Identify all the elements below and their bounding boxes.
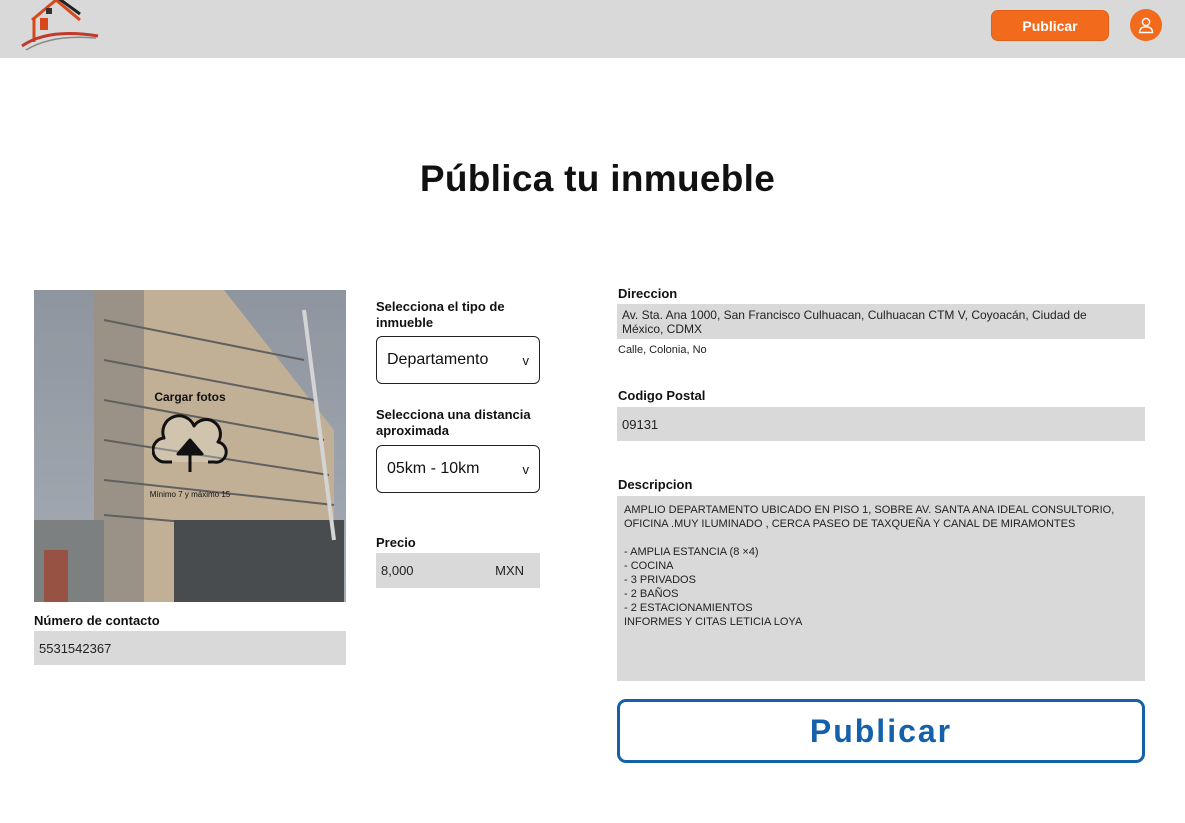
- price-value: 8,000: [381, 563, 414, 578]
- property-type-value: Departamento: [387, 351, 489, 368]
- cloud-upload-icon[interactable]: [152, 414, 228, 474]
- price-label: Precio: [376, 535, 416, 550]
- postal-code-field[interactable]: 09131: [617, 407, 1145, 441]
- property-type-label: Selecciona el tipo de inmueble: [376, 299, 505, 330]
- currency-label: MXN: [495, 563, 524, 578]
- address-field[interactable]: Av. Sta. Ana 1000, San Francisco Culhuac…: [617, 304, 1145, 339]
- description-field[interactable]: AMPLIO DEPARTAMENTO UBICADO EN PISO 1, S…: [617, 496, 1145, 681]
- upload-photos-hint: Mínimo 7 y máximo 15: [149, 490, 231, 499]
- chevron-down-icon: v: [522, 461, 530, 477]
- address-hint: Calle, Colonia, No: [618, 344, 707, 356]
- distance-value: 05km - 10km: [387, 460, 480, 477]
- user-icon[interactable]: [1130, 9, 1162, 41]
- distance-select[interactable]: 05km - 10km v: [376, 445, 540, 493]
- chevron-down-icon: v: [522, 352, 530, 368]
- publish-button[interactable]: Publicar: [617, 699, 1145, 763]
- price-field[interactable]: 8,000 MXN: [376, 553, 540, 588]
- house-logo[interactable]: [18, 0, 100, 54]
- photo-upload-area[interactable]: Cargar fotos Mínimo 7 y máximo 15: [34, 290, 346, 602]
- postal-code-label: Codigo Postal: [618, 388, 706, 403]
- upload-photos-label: Cargar fotos: [154, 390, 226, 404]
- address-label: Direccion: [618, 286, 678, 301]
- description-label: Descripcion: [618, 477, 693, 492]
- page-title: Pública tu inmueble: [419, 158, 776, 199]
- property-type-select[interactable]: Departamento v: [376, 336, 540, 384]
- contact-number-field[interactable]: 5531542367: [34, 631, 346, 665]
- distance-label: Selecciona una distancia aproximada: [376, 407, 531, 438]
- header-publish-button[interactable]: Publicar: [991, 10, 1109, 41]
- top-bar: Publicar: [0, 0, 1185, 58]
- contact-label: Número de contacto: [34, 613, 160, 628]
